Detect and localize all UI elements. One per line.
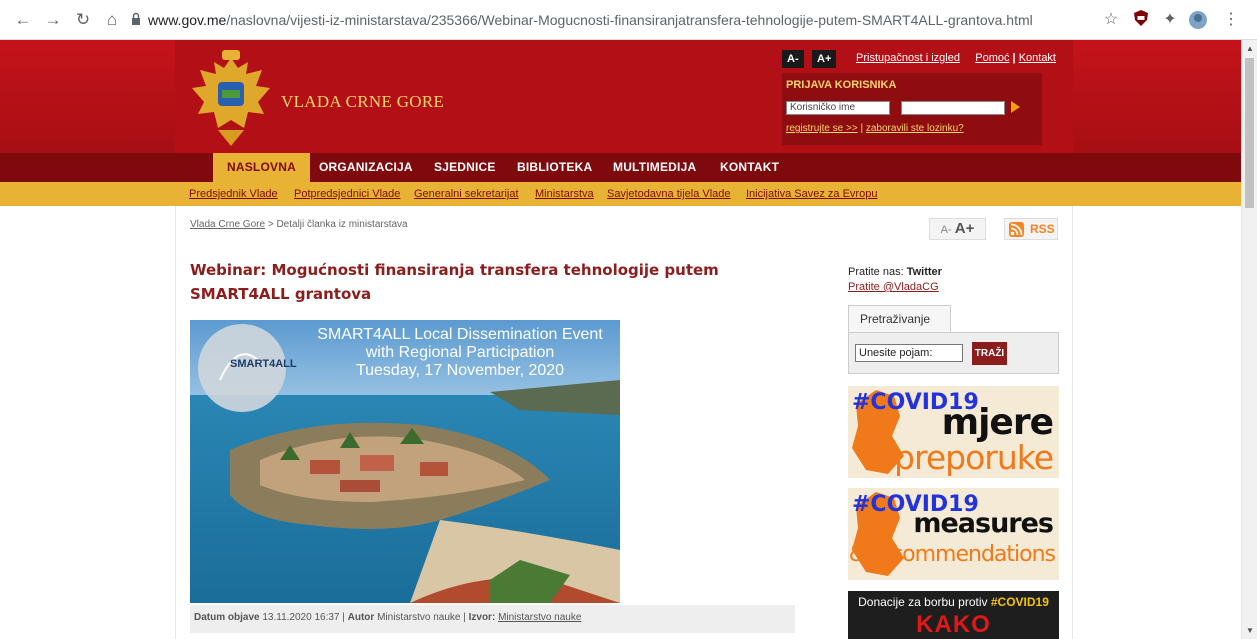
bookmark-star-icon[interactable]: ☆ bbox=[1101, 10, 1121, 30]
site-title[interactable]: VLADA CRNE GORE bbox=[281, 92, 444, 112]
twitter-follow-link[interactable]: Pratite @VladaCG bbox=[848, 281, 939, 293]
address-bar[interactable]: www.gov.me/naslovna/vijesti-iz-ministars… bbox=[148, 12, 1033, 28]
rss-icon bbox=[1009, 222, 1024, 237]
login-link-separator: | bbox=[857, 123, 866, 134]
scroll-up-arrow-icon[interactable]: ▲ bbox=[1246, 44, 1254, 53]
meta-source-label: Izvor: bbox=[468, 612, 496, 623]
reload-icon[interactable]: ↻ bbox=[74, 11, 92, 29]
text-size-smaller-button[interactable]: A- bbox=[941, 224, 952, 236]
donation-line1: Donacije za borbu protiv #COVID19 bbox=[848, 595, 1059, 609]
search-input[interactable]: Unesite pojam: bbox=[855, 344, 963, 362]
coat-of-arms-logo[interactable] bbox=[188, 50, 274, 148]
hero-caption-line1: SMART4ALL Local Dissemination Event bbox=[317, 326, 603, 343]
back-icon[interactable]: ← bbox=[14, 11, 32, 29]
tab-search[interactable]: Pretraživanje bbox=[848, 305, 951, 333]
follow-label: Pratite nas: bbox=[848, 266, 904, 278]
nav-item-sjednice[interactable]: SJEDNICE bbox=[420, 153, 510, 182]
password-field[interactable] bbox=[901, 101, 1005, 115]
browser-toolbar: ← → ↻ ⌂ www.gov.me/naslovna/vijesti-iz-m… bbox=[0, 0, 1257, 40]
scrollbar-thumb[interactable] bbox=[1245, 58, 1254, 208]
banner1-word1: mjere bbox=[941, 402, 1054, 443]
nav-item-kontakt[interactable]: KONTAKT bbox=[706, 153, 793, 182]
font-increase-button[interactable]: A+ bbox=[812, 50, 837, 68]
scroll-down-arrow-icon[interactable]: ▼ bbox=[1246, 626, 1254, 635]
username-field[interactable]: Korisničko ime bbox=[786, 101, 890, 115]
donation-line2: KAKO DONIRATI? bbox=[916, 611, 991, 638]
font-decrease-button[interactable]: A- bbox=[782, 50, 804, 68]
page-scrollbar[interactable]: ▲ ▼ bbox=[1241, 40, 1257, 639]
breadcrumb: Vlada Crne Gore > Detalji članka iz mini… bbox=[190, 219, 408, 230]
text-size-control: A- A+ bbox=[929, 218, 986, 240]
subnav-item-potpredsjednici[interactable]: Potpredsjednici Vlade bbox=[294, 188, 400, 200]
rss-label: RSS bbox=[1030, 222, 1055, 236]
subnav-item-sekretarijat[interactable]: Generalni sekretarijat bbox=[414, 188, 519, 200]
subnav-item-inicijativa[interactable]: Inicijativa Savez za Evropu bbox=[746, 188, 877, 200]
donation-hashtag: #COVID19 bbox=[990, 595, 1049, 609]
covid-measures-banner-en[interactable]: #COVID19 measures & recommendations bbox=[848, 488, 1059, 580]
register-link[interactable]: registrujte se >> bbox=[786, 123, 858, 134]
login-submit-arrow-icon[interactable] bbox=[1011, 101, 1020, 113]
login-links: registrujte se >> | zaboravili ste lozin… bbox=[786, 123, 964, 134]
nav-item-organizacija[interactable]: ORGANIZACIJA bbox=[305, 153, 427, 182]
follow-network: Twitter bbox=[906, 266, 942, 278]
breadcrumb-current: Detalji članka iz ministarstava bbox=[276, 219, 408, 230]
meta-author: Ministarstvo nauke bbox=[377, 612, 461, 623]
smart4all-logo-text: SMART4ALL bbox=[230, 358, 297, 370]
covid-donation-banner[interactable]: Donacije za borbu protiv #COVID19 KAKO D… bbox=[848, 591, 1059, 639]
article-image[interactable]: SMART4ALL Local Dissemination Event with… bbox=[190, 320, 620, 603]
article-title: Webinar: Mogućnosti finansiranja transfe… bbox=[190, 261, 719, 303]
rss-button[interactable]: RSS bbox=[1004, 218, 1058, 240]
meta-date-label: Datum objave bbox=[194, 612, 260, 623]
nav-item-naslovna[interactable]: NASLOVNA bbox=[213, 153, 310, 182]
ublock-extension-icon[interactable] bbox=[1131, 10, 1151, 30]
url-path: /naslovna/vijesti-iz-ministarstava/23536… bbox=[226, 12, 1033, 28]
link-separator: | bbox=[1009, 52, 1019, 64]
meta-author-label: Autor bbox=[347, 612, 375, 623]
breadcrumb-separator: > bbox=[265, 219, 277, 230]
login-title: PRIJAVA KORISNIKA bbox=[786, 79, 897, 91]
forgot-password-link[interactable]: zaboravili ste lozinku? bbox=[866, 123, 964, 134]
banner1-word2: i preporuke bbox=[876, 438, 1054, 477]
forward-icon[interactable]: → bbox=[44, 11, 62, 29]
meta-source-link[interactable]: Ministarstvo nauke bbox=[498, 612, 581, 623]
text-size-larger-button[interactable]: A+ bbox=[955, 220, 975, 237]
lock-icon bbox=[132, 12, 140, 25]
subnav-item-predsjednik[interactable]: Predsjednik Vlade bbox=[189, 188, 278, 200]
contact-link[interactable]: Kontakt bbox=[1019, 52, 1056, 64]
search-button[interactable]: TRAŽI bbox=[972, 342, 1007, 365]
profile-avatar[interactable] bbox=[1188, 10, 1208, 30]
url-host: www.gov.me bbox=[148, 12, 227, 28]
nav-item-biblioteka[interactable]: BIBLIOTEKA bbox=[503, 153, 606, 182]
follow-text: Pratite nas: Twitter bbox=[848, 266, 942, 278]
accessibility-link[interactable]: Pristupačnost i izgled bbox=[856, 52, 960, 64]
nav-item-multimedija[interactable]: MULTIMEDIJA bbox=[599, 153, 710, 182]
banner2-word1: measures bbox=[913, 508, 1054, 539]
donation-text: Donacije za borbu protiv bbox=[858, 595, 988, 609]
meta-date: 13.11.2020 16:37 bbox=[262, 612, 340, 623]
browser-menu-icon[interactable]: ⋮ bbox=[1221, 10, 1241, 30]
banner2-word2: & recommendations bbox=[848, 542, 1056, 567]
header-utility-links: Pristupačnost i izgled Pomoć | Kontakt bbox=[856, 52, 1056, 64]
covid-measures-banner-me[interactable]: #COVID19 mjere i preporuke bbox=[848, 386, 1059, 478]
breadcrumb-home-link[interactable]: Vlada Crne Gore bbox=[190, 219, 265, 230]
subnav-item-ministarstva[interactable]: Ministarstva bbox=[535, 188, 594, 200]
sub-nav: Predsjednik Vlade Potpredsjednici Vlade … bbox=[0, 182, 1241, 206]
extensions-puzzle-icon[interactable]: ✦ bbox=[1160, 10, 1180, 30]
article-meta: Datum objave 13.11.2020 16:37 | Autor Mi… bbox=[190, 605, 795, 633]
subnav-item-savjetodavna[interactable]: Savjetodavna tijela Vlade bbox=[607, 188, 731, 200]
home-icon[interactable]: ⌂ bbox=[103, 11, 121, 29]
help-link[interactable]: Pomoć bbox=[975, 52, 1009, 64]
main-nav: NASLOVNA ORGANIZACIJA SJEDNICE BIBLIOTEK… bbox=[0, 153, 1241, 182]
login-panel: PRIJAVA KORISNIKA Korisničko ime registr… bbox=[782, 73, 1042, 145]
